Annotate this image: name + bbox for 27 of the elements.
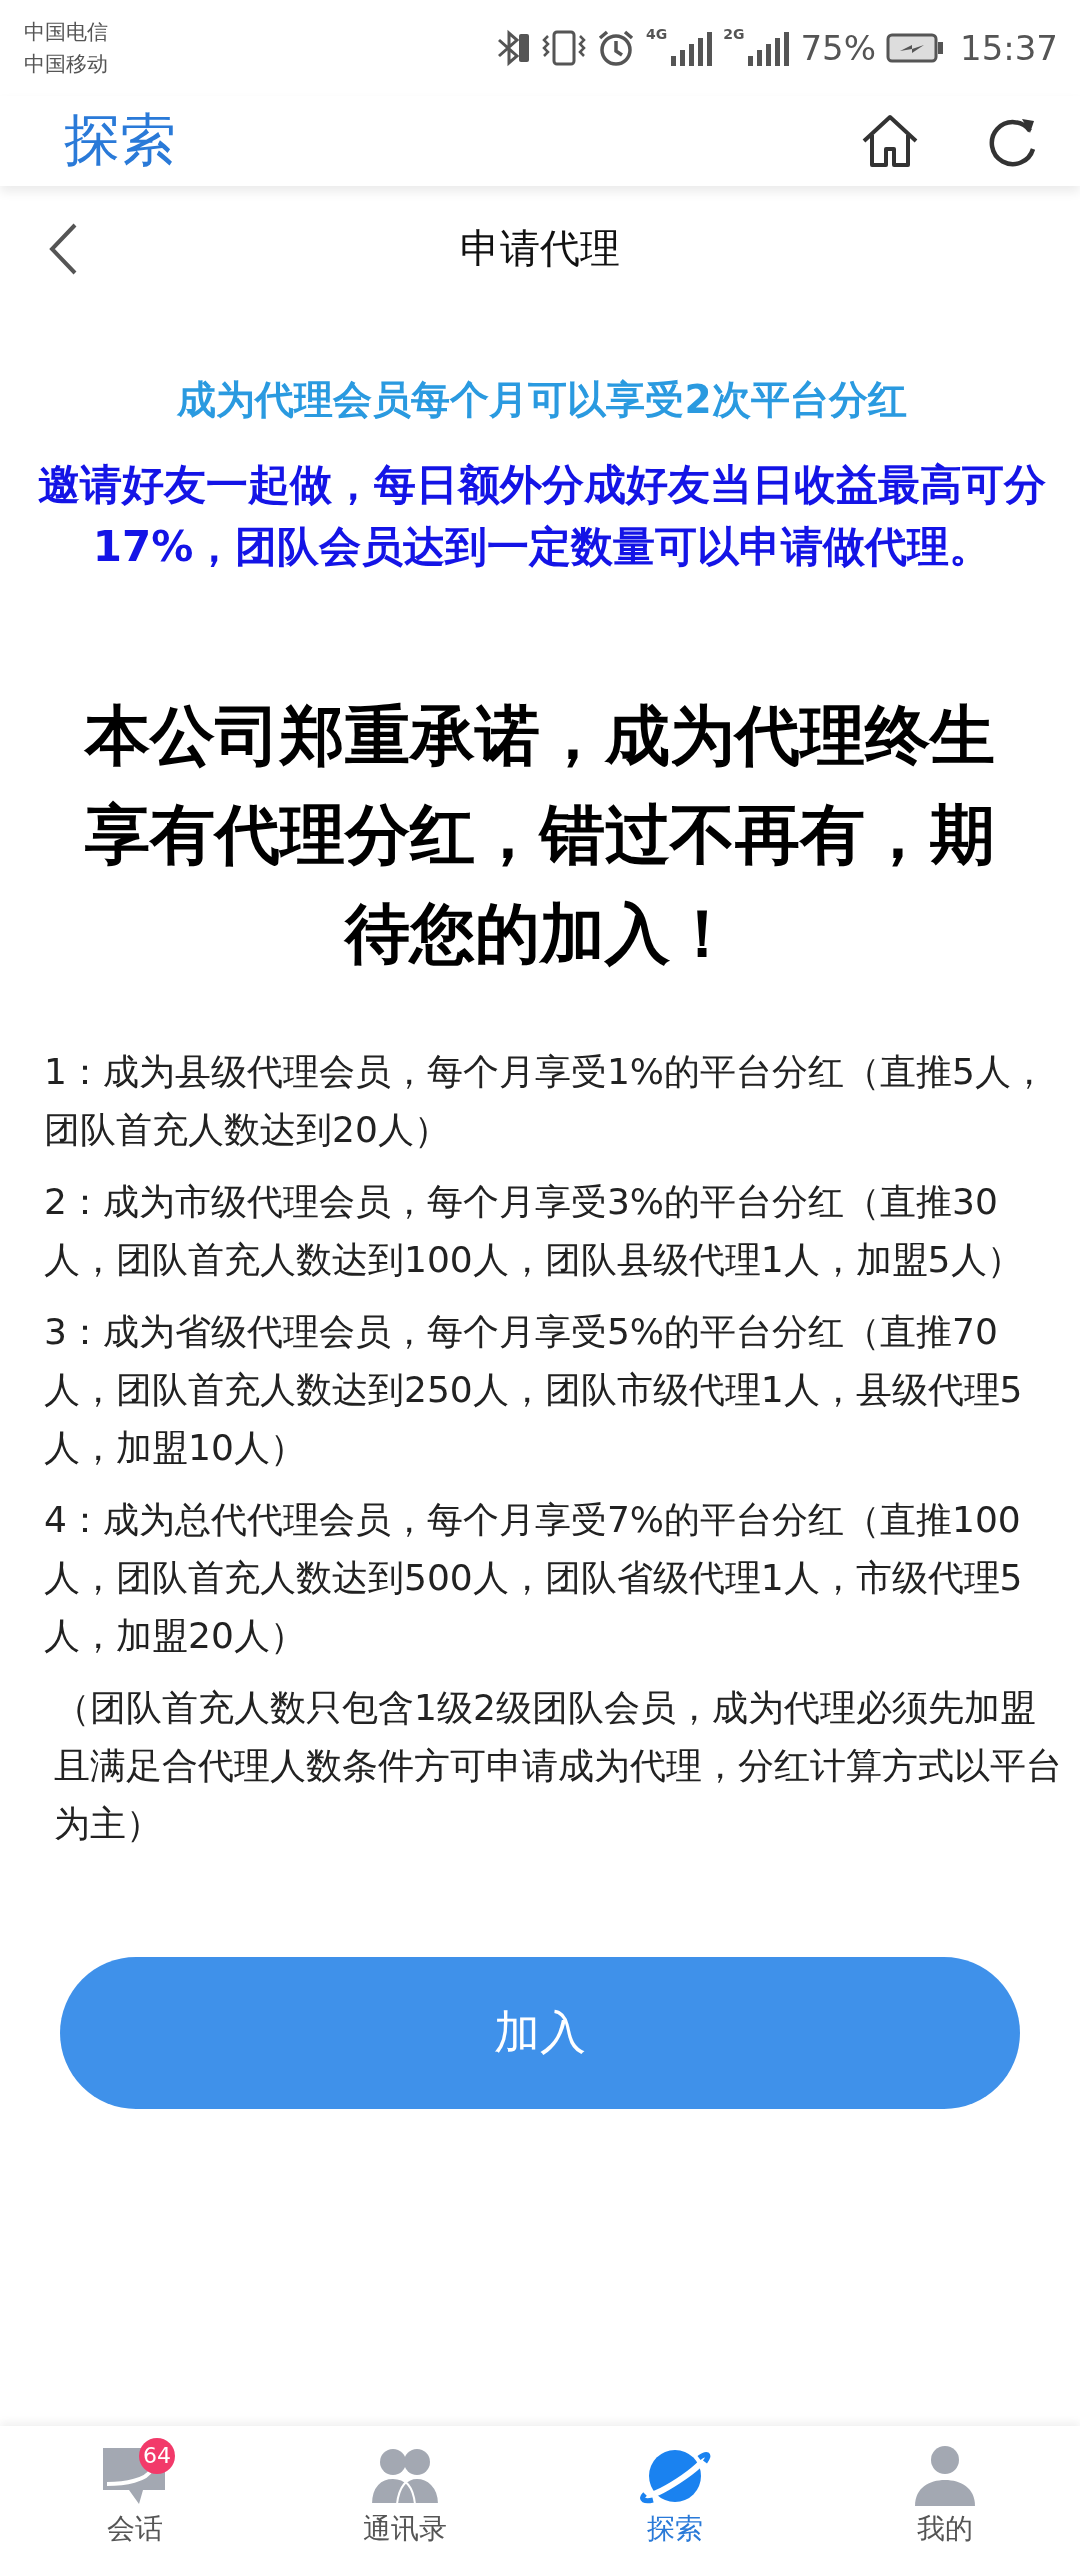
promise-text: 本公司郑重承诺，成为代理终生享有代理分红，错过不再有，期待您的加入！: [83, 697, 996, 973]
clock-time: 15:37: [960, 28, 1058, 68]
invite-text: 邀请好友一起做，每日额外分成好友当日收益最高可分17%，团队会员达到一定数量可以申请做代理。: [37, 459, 1047, 573]
unread-badge: 64: [139, 2438, 175, 2474]
app-title: 探索: [64, 106, 177, 174]
carrier-name: 中国电信: [24, 19, 108, 46]
nav-tab[interactable]: 会话 64: [0, 2426, 270, 2556]
network-label: 4G: [645, 26, 668, 42]
home-icon[interactable]: [860, 113, 920, 169]
highlight-text: 成为代理会员每个月可以享受2次平台分红: [176, 376, 908, 424]
nav-tab[interactable]: 我的: [810, 2426, 1080, 2556]
tier-text: 2：成为市级代理会员，每个月享受3%的平台分红（直推30人，团队首充人数达到100人，团队县级代理1人，加盟5人）: [44, 1180, 1024, 1282]
vibrate-icon: [541, 28, 586, 68]
signal-icon: [669, 30, 714, 66]
tier-text: 4：成为总代代理会员，每个月享受7%的平台分红（直推100人，团队首充人数达到500人，团队省级代理1人，市级代理5人，加盟20人）: [44, 1498, 1024, 1658]
signal-icon: [746, 30, 791, 66]
tier-text: 3：成为省级代理会员，每个月享受5%的平台分红（直推70人，团队首充人数达到250人，团队市级代理1人，县级代理5人，加盟10人）: [44, 1310, 1024, 1470]
network-label: 2G: [723, 26, 745, 42]
note-text: （团队首充人数只包含1级2级团队会员，成为代理必须先加盟且满足合代理人数条件方可申请成为代理，分红计算方式以平台为主）: [53, 1686, 1063, 1846]
battery-icon: [886, 33, 944, 63]
nav-tab[interactable]: 通讯录: [270, 2426, 540, 2556]
battery-percent: 75%: [800, 28, 876, 68]
carrier-name: 中国移动: [24, 51, 108, 78]
back-icon[interactable]: [48, 222, 78, 276]
tier-text: 1：成为县级代理会员，每个月享受1%的平台分红（直推5人，团队首充人数达到20人）: [44, 1050, 1048, 1152]
page-title: 申请代理: [460, 223, 620, 273]
nav-tab[interactable]: 探索: [540, 2426, 810, 2556]
